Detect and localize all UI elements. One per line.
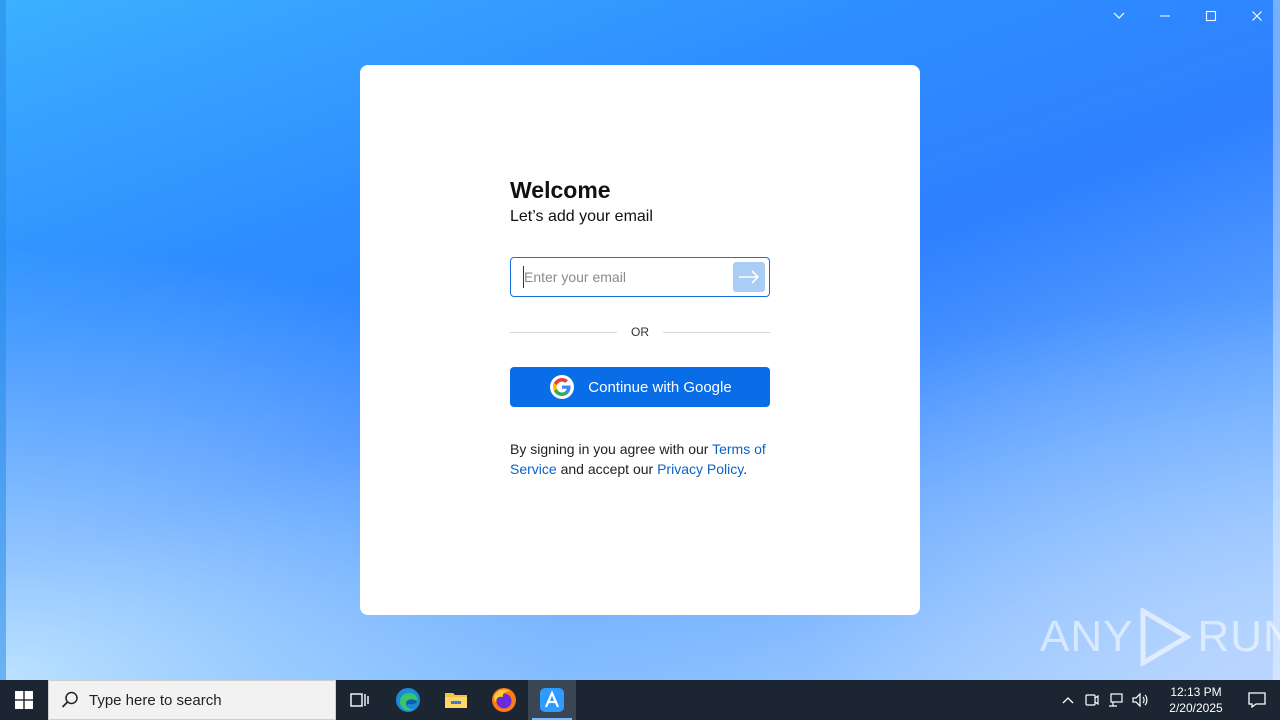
maximize-button[interactable] (1188, 0, 1234, 32)
taskbar: Type here to search 12:13 PM 2/20/2025 (0, 680, 1280, 720)
arrow-right-icon (739, 270, 760, 284)
taskbar-search[interactable]: Type here to search (48, 680, 336, 720)
terms-suffix: . (743, 461, 748, 477)
email-input[interactable] (523, 266, 729, 288)
active-app-taskbar-button[interactable] (528, 680, 576, 720)
meet-now-icon (1085, 694, 1099, 706)
edge-taskbar-button[interactable] (384, 680, 432, 720)
page-title: Welcome (510, 177, 611, 203)
close-button[interactable] (1234, 0, 1280, 32)
start-button[interactable] (0, 680, 48, 720)
divider-line-left (510, 331, 617, 333)
watermark-left-text: ANY (1040, 612, 1134, 661)
email-field-container (510, 257, 770, 297)
terms-notice: By signing in you agree with our Terms o… (510, 439, 770, 479)
anyrun-watermark: ANY RUN (1040, 608, 1280, 666)
app-logo-icon (540, 688, 564, 712)
system-tray: 12:13 PM 2/20/2025 (1056, 680, 1280, 720)
task-view-button[interactable] (336, 680, 384, 720)
divider-line-right (663, 331, 770, 333)
email-submit-button[interactable] (733, 262, 765, 292)
volume-tray-button[interactable] (1128, 680, 1152, 720)
notification-icon (1248, 692, 1266, 708)
network-tray-button[interactable] (1104, 680, 1128, 720)
show-hidden-icons-button[interactable] (1056, 680, 1080, 720)
clock-time: 12:13 PM (1170, 685, 1222, 699)
chevron-down-icon (1113, 12, 1125, 19)
search-icon (61, 691, 79, 709)
or-divider: OR (510, 325, 770, 339)
network-icon (1109, 693, 1123, 707)
continue-with-google-button[interactable]: Continue with Google (510, 367, 770, 407)
taskbar-clock[interactable]: 12:13 PM 2/20/2025 (1158, 684, 1234, 716)
windows-logo-icon (15, 691, 33, 709)
google-button-label: Continue with Google (588, 378, 732, 396)
meet-now-tray-button[interactable] (1080, 680, 1104, 720)
firefox-icon (492, 688, 516, 712)
dropdown-button[interactable] (1096, 0, 1142, 32)
play-icon (1140, 608, 1192, 666)
action-center-button[interactable] (1234, 680, 1280, 720)
minimize-icon (1160, 15, 1170, 17)
terms-prefix: By signing in you agree with our (510, 441, 713, 457)
login-form: Welcome Let’s add your email OR (510, 175, 770, 479)
speaker-icon (1132, 692, 1148, 708)
maximize-icon (1205, 10, 1217, 22)
page-subtitle: Let’s add your email (510, 208, 653, 225)
desktop: Welcome Let’s add your email OR (0, 0, 1280, 680)
watermark-right-text: RUN (1197, 612, 1280, 661)
login-card: Welcome Let’s add your email OR (360, 65, 920, 615)
clock-date: 2/20/2025 (1169, 701, 1223, 715)
terms-middle: and accept our (556, 461, 658, 477)
google-logo-icon (550, 375, 574, 399)
folder-icon (445, 693, 467, 708)
window-controls (1096, 0, 1280, 32)
search-placeholder: Type here to search (89, 691, 222, 709)
window-scrollbar[interactable] (1273, 0, 1280, 680)
firefox-taskbar-button[interactable] (480, 680, 528, 720)
app-window: Welcome Let’s add your email OR (0, 0, 1280, 680)
chevron-up-icon (1062, 697, 1074, 704)
edge-browser-icon (396, 688, 420, 712)
file-explorer-taskbar-button[interactable] (432, 680, 480, 720)
privacy-policy-link[interactable]: Privacy Policy (657, 461, 743, 477)
task-view-icon (350, 693, 369, 707)
window-left-edge (0, 0, 6, 680)
minimize-button[interactable] (1142, 0, 1188, 32)
or-label: OR (631, 325, 649, 339)
close-icon (1252, 11, 1262, 21)
